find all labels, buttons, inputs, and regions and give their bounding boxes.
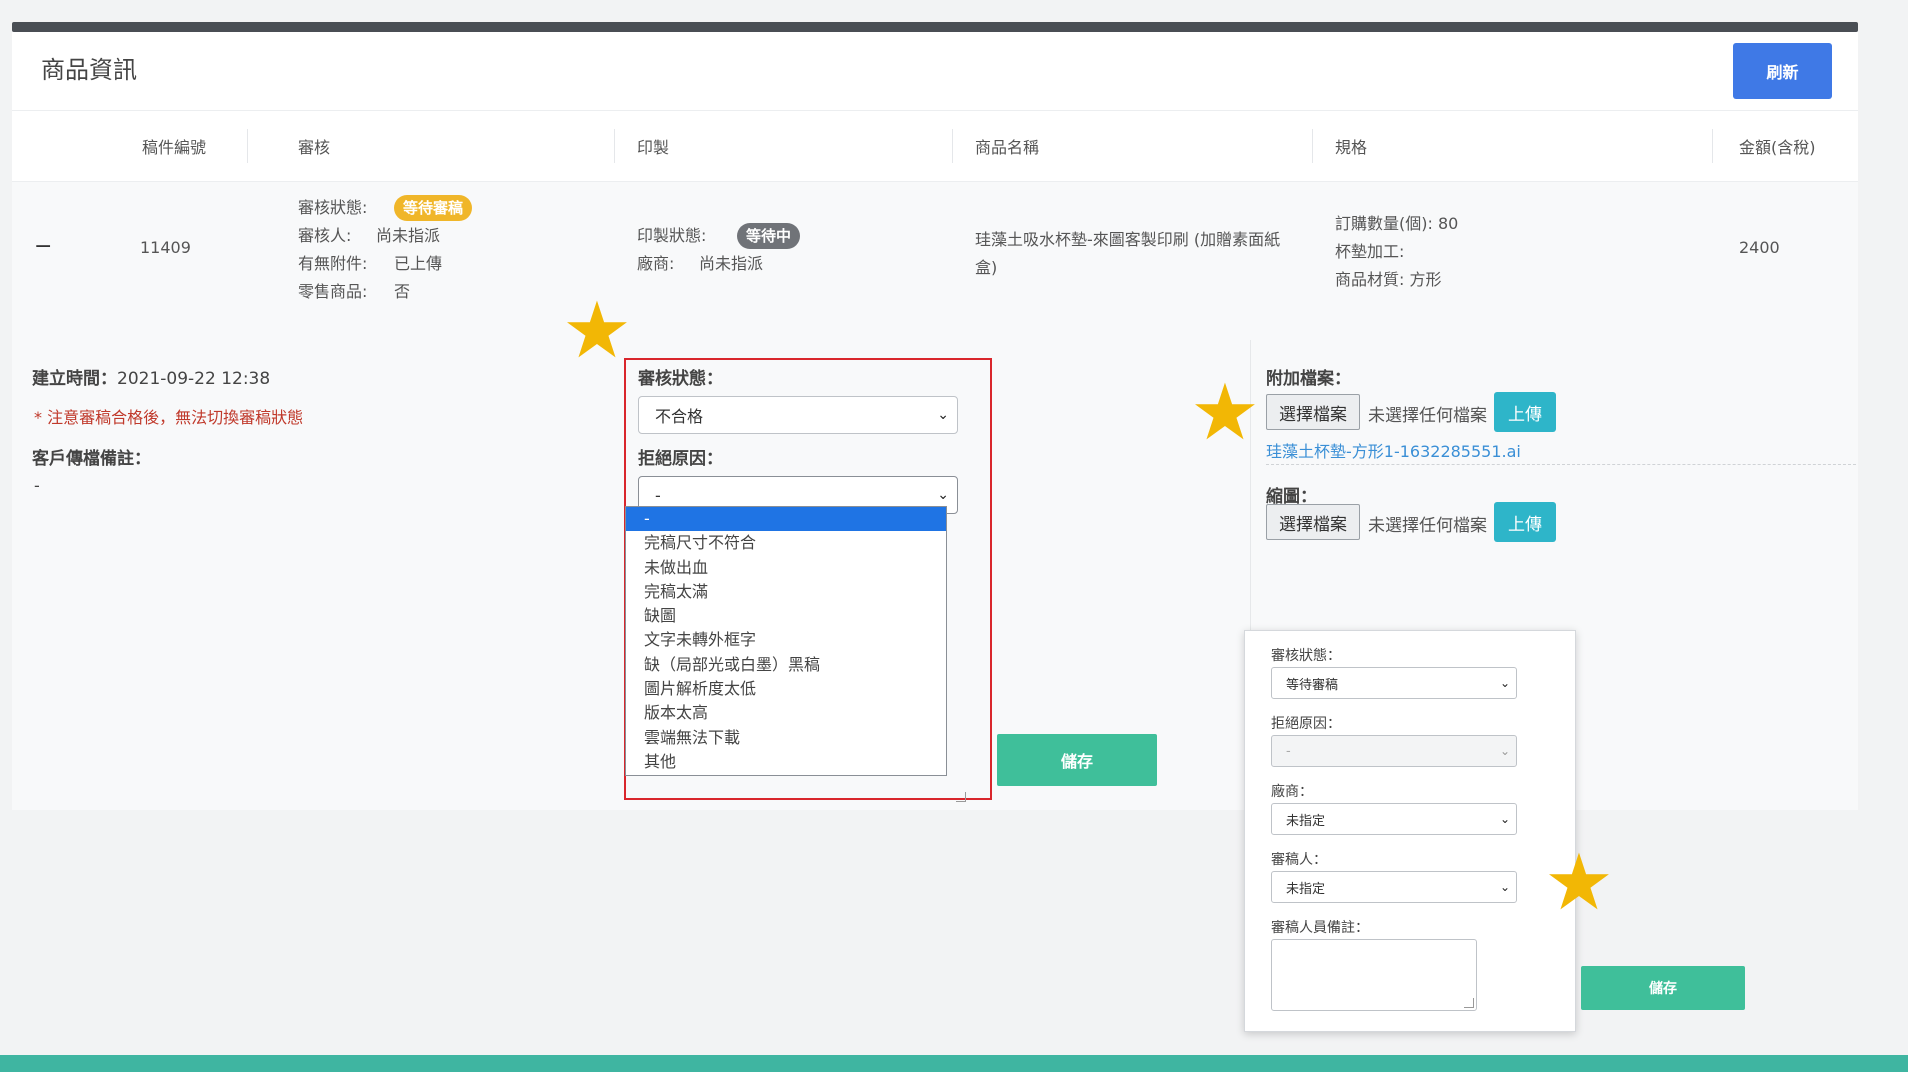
popup-review-status-select[interactable]: 等待審稿 ⌄ <box>1271 667 1517 699</box>
popup-save-button[interactable]: 儲存 <box>1581 966 1745 1010</box>
product-name: 珪藻土吸水杯墊-來圖客製印刷 (加贈素面紙盒) <box>975 230 1281 277</box>
no-file-text: 未選擇任何檔案 <box>1368 406 1487 426</box>
reject-reason-field-label: 拒絕原因： <box>638 449 723 469</box>
popup-reject-reason-label: 拒絕原因： <box>1271 716 1341 732</box>
dropdown-option[interactable]: 文字未轉外框字 <box>626 628 946 652</box>
textarea-resize-grip[interactable] <box>956 792 966 802</box>
print-cell: 印製狀態: 等待中 廠商: 尚未指派 <box>637 222 801 278</box>
review-status-select[interactable]: 不合格 ⌄ <box>638 396 958 434</box>
popup-reviewer-select[interactable]: 未指定 ⌄ <box>1271 871 1517 903</box>
popup-vendor-select[interactable]: 未指定 ⌄ <box>1271 803 1517 835</box>
star-marker-icon: ★ <box>1190 368 1260 458</box>
chevron-down-icon: ⌄ <box>1499 880 1510 894</box>
divider <box>1266 464 1856 465</box>
reviewer-label: 審核人: <box>298 226 352 245</box>
attachment-value: 已上傳 <box>394 254 443 273</box>
attachment-section-label: 附加檔案： <box>1266 369 1351 389</box>
retail-label: 零售商品: <box>298 282 368 301</box>
chevron-down-icon: ⌄ <box>1499 812 1510 826</box>
spec-processing: 杯墊加工: <box>1335 242 1405 261</box>
column-header-product-name[interactable]: 商品名稱 <box>975 111 1039 181</box>
popup-review-status-label: 審核狀態： <box>1271 648 1341 664</box>
table-header: 稿件編號 審核 印製 商品名稱 規格 金額(含稅) <box>12 110 1858 182</box>
dropdown-option[interactable]: 完稿太滿 <box>626 580 946 604</box>
collapse-icon[interactable]: − <box>34 234 52 259</box>
reviewer-value: 尚未指派 <box>376 226 441 245</box>
column-header-print[interactable]: 印製 <box>637 111 669 181</box>
popup-reject-reason-select: - ⌄ <box>1271 735 1517 767</box>
reject-reason-selected: - <box>655 485 661 505</box>
star-marker-icon: ★ <box>562 286 632 376</box>
dropdown-option[interactable]: 完稿尺寸不符合 <box>626 531 946 555</box>
chevron-down-icon: ⌄ <box>937 407 949 423</box>
popup-review-status-selected: 等待審稿 <box>1286 677 1339 693</box>
spec-material: 商品材質: 方形 <box>1335 270 1442 289</box>
print-status-badge: 等待中 <box>737 223 801 249</box>
no-thumbnail-text: 未選擇任何檔案 <box>1368 516 1487 536</box>
client-note-label: 客戶傳檔備註： <box>32 449 151 469</box>
attached-file-link[interactable]: 珪藻土杯墊-方形1-1632285551.ai <box>1266 438 1521 462</box>
upload-button[interactable]: 上傳 <box>1494 392 1556 432</box>
chevron-down-icon: ⌄ <box>1499 676 1510 690</box>
column-header-spec[interactable]: 規格 <box>1335 111 1367 181</box>
attachment-label: 有無附件: <box>298 254 368 273</box>
chevron-down-icon: ⌄ <box>1499 744 1510 758</box>
created-label: 建立時間： <box>32 369 117 389</box>
vendor-label: 廠商: <box>637 254 675 273</box>
table-row: − 11409 審核狀態: 等待審稿 審核人: 尚未指派 有無附件: 已上傳 零售商品… <box>12 182 1858 340</box>
save-button[interactable]: 儲存 <box>997 734 1157 786</box>
column-divider <box>952 129 953 163</box>
column-divider <box>247 129 248 163</box>
created-value: 2021-09-22 12:38 <box>117 369 271 389</box>
print-status-label: 印製狀態: <box>637 226 707 245</box>
chevron-down-icon: ⌄ <box>937 487 949 503</box>
upload-thumbnail-button[interactable]: 上傳 <box>1494 502 1556 542</box>
dropdown-option[interactable]: 其他 <box>626 750 946 774</box>
review-status-field-label: 審核狀態： <box>638 369 723 389</box>
popup-vendor-selected: 未指定 <box>1286 813 1326 829</box>
popup-vendor-label: 廠商： <box>1271 784 1313 800</box>
refresh-button[interactable]: 刷新 <box>1733 43 1832 99</box>
dropdown-option[interactable]: 版本太高 <box>626 701 946 725</box>
page-title: 商品資訊 <box>41 56 137 84</box>
review-status-label: 審核狀態: <box>298 198 368 217</box>
dropdown-option[interactable]: 雲端無法下載 <box>626 726 946 750</box>
popup-reviewer-label: 審稿人： <box>1271 852 1327 868</box>
popup-reject-reason-selected: - <box>1286 743 1291 759</box>
dropdown-option[interactable]: 圖片解析度太低 <box>626 677 946 701</box>
client-note-value: - <box>34 476 40 495</box>
vendor-value: 尚未指派 <box>699 254 764 273</box>
choose-thumbnail-button[interactable]: 選擇檔案 <box>1266 504 1360 540</box>
column-divider <box>614 129 615 163</box>
popup-reviewer-selected: 未指定 <box>1286 881 1326 897</box>
manuscript-id: 11409 <box>140 238 191 257</box>
column-header-manuscript-id[interactable]: 稿件編號 <box>142 111 206 181</box>
column-divider <box>1312 129 1313 163</box>
dropdown-option[interactable]: 缺（局部光或白墨）黑稿 <box>626 653 946 677</box>
review-edit-popup: 審核狀態： 等待審稿 ⌄ 拒絕原因： - ⌄ 廠商： 未指定 ⌄ 審稿人： 未指… <box>1244 630 1576 1032</box>
created-time: 建立時間：2021-09-22 12:38 <box>32 364 270 389</box>
amount: 2400 <box>1739 238 1780 257</box>
dropdown-option[interactable]: 缺圖 <box>626 604 946 628</box>
status-badge: 等待審稿 <box>394 195 473 221</box>
spec-cell: 訂購數量(個): 80 杯墊加工: 商品材質: 方形 <box>1335 210 1458 294</box>
textarea-resize-grip[interactable] <box>1464 998 1474 1008</box>
top-accent-bar <box>12 22 1858 32</box>
review-cell: 審核狀態: 等待審稿 審核人: 尚未指派 有無附件: 已上傳 零售商品: 否 <box>298 194 473 306</box>
review-status-selected: 不合格 <box>655 407 704 426</box>
spec-quantity: 訂購數量(個): 80 <box>1335 214 1459 233</box>
dropdown-option[interactable]: 未做出血 <box>626 556 946 580</box>
choose-file-button[interactable]: 選擇檔案 <box>1266 394 1360 430</box>
bottom-accent-bar <box>0 1055 1908 1072</box>
dropdown-option[interactable]: - <box>626 507 946 532</box>
column-divider <box>1712 129 1713 163</box>
reject-reason-dropdown-list: - 完稿尺寸不符合 未做出血 完稿太滿 缺圖 文字未轉外框字 缺（局部光或白墨）… <box>625 506 947 776</box>
review-warning: * 注意審稿合格後，無法切換審稿狀態 <box>34 408 304 427</box>
retail-value: 否 <box>394 282 411 301</box>
star-marker-icon: ★ <box>1544 838 1614 928</box>
column-header-amount[interactable]: 金額(含稅) <box>1739 111 1816 181</box>
popup-reviewer-note-label: 審稿人員備註： <box>1271 920 1369 936</box>
popup-reviewer-note-input[interactable] <box>1271 939 1477 1011</box>
column-header-review[interactable]: 審核 <box>298 111 330 181</box>
